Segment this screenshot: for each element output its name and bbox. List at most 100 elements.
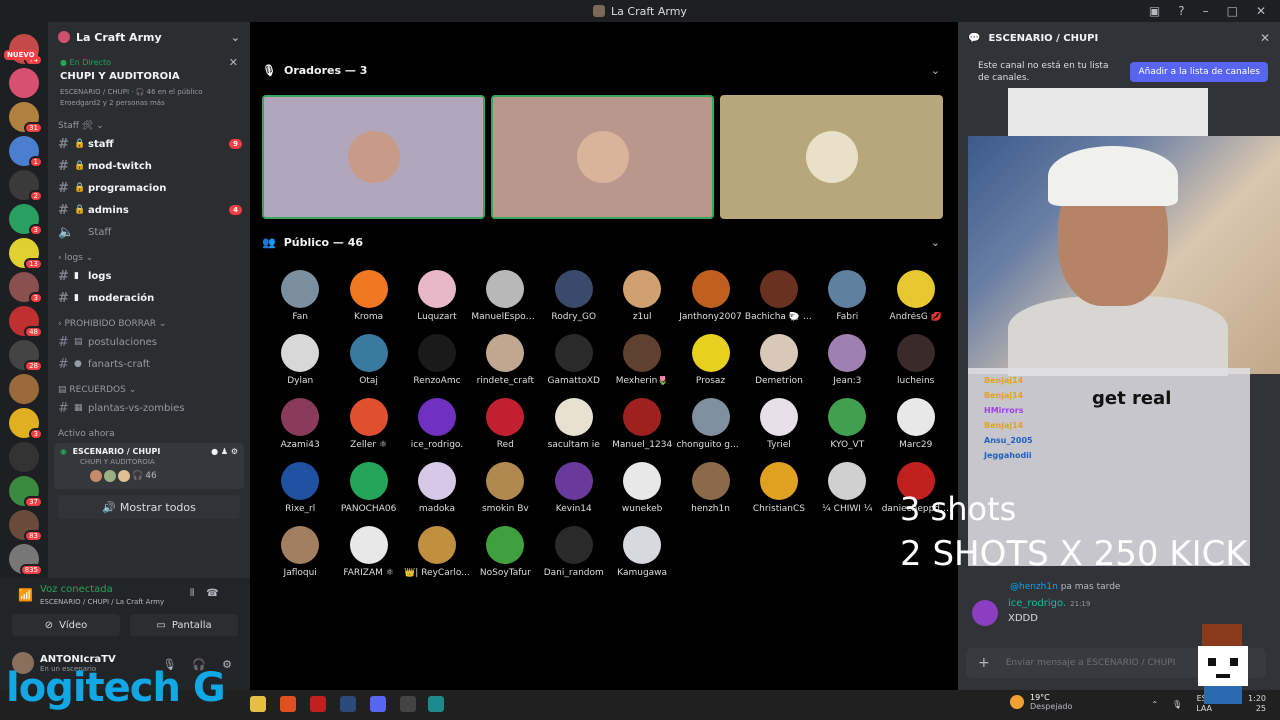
- guild-icon[interactable]: [9, 68, 39, 98]
- audience-member[interactable]: Tyriel: [745, 398, 813, 450]
- close-icon[interactable]: ✕: [1260, 31, 1270, 45]
- audience-member[interactable]: Azami43: [266, 398, 334, 450]
- audience-member[interactable]: Demetrion: [745, 334, 813, 386]
- audience-member[interactable]: RenzoAmc: [403, 334, 471, 386]
- audience-member[interactable]: ice_rodrigo.: [403, 398, 471, 450]
- server-header[interactable]: La Craft Army ⌄: [48, 22, 250, 52]
- audience-member[interactable]: Janthony2007: [676, 270, 744, 322]
- audience-member[interactable]: Mexherin🌷: [608, 334, 676, 386]
- audience-member[interactable]: madoka: [403, 462, 471, 514]
- audience-member[interactable]: Marc29: [882, 398, 950, 450]
- speaker-tile[interactable]: [491, 95, 714, 219]
- audience-member[interactable]: Luquzart: [403, 270, 471, 322]
- chevron-down-icon[interactable]: ⌄: [931, 64, 940, 77]
- audience-member[interactable]: Manuel_1234: [608, 398, 676, 450]
- audience-member[interactable]: Otaj: [334, 334, 402, 386]
- channel-item[interactable]: # 🔒 mod-twitch: [48, 155, 250, 177]
- noise-icon[interactable]: ⫴: [190, 588, 194, 599]
- audience-member[interactable]: ChristianCS: [745, 462, 813, 514]
- add-to-list-button[interactable]: Añadir a la lista de canales: [1130, 62, 1268, 82]
- channel-item[interactable]: # 🔒 staff 9: [48, 133, 250, 155]
- audience-member[interactable]: 👑| ReyCarlo...: [403, 526, 471, 578]
- category-logs[interactable]: › logs ⌄: [48, 251, 250, 265]
- audience-member[interactable]: ¼ CHIWI ¼: [813, 462, 881, 514]
- audience-member[interactable]: chonguito gue...: [676, 398, 745, 450]
- guild-icon[interactable]: 1: [9, 136, 43, 168]
- audience-member[interactable]: Red: [471, 398, 539, 450]
- audience-member[interactable]: Kroma: [334, 270, 402, 322]
- category-recuerdos[interactable]: ▤ RECUERDOS ⌄: [48, 383, 250, 397]
- inbox-icon[interactable]: ▣: [1149, 4, 1160, 18]
- chevron-up-icon[interactable]: ⌃: [1151, 700, 1158, 709]
- close-icon[interactable]: ✕: [229, 56, 238, 69]
- audience-member[interactable]: smokin Bv: [471, 462, 539, 514]
- audience-member[interactable]: henzh1n: [676, 462, 744, 514]
- minimize-button[interactable]: –: [1203, 4, 1209, 18]
- audience-member[interactable]: Kevin14: [540, 462, 608, 514]
- audience-member[interactable]: Fan: [266, 270, 334, 322]
- audience-member[interactable]: NoSoyTafur: [471, 526, 539, 578]
- guild-icon[interactable]: 3: [9, 272, 43, 304]
- channel-item[interactable]: # ▮ logs: [48, 265, 250, 287]
- audience-member[interactable]: Fabri: [813, 270, 881, 322]
- help-icon[interactable]: ?: [1178, 4, 1184, 18]
- category-staff[interactable]: Staff 🛠 ⌄: [48, 119, 250, 133]
- audience-member[interactable]: rindete_craft: [471, 334, 539, 386]
- video-button[interactable]: ⊘ Vídeo: [12, 614, 120, 636]
- obs-icon[interactable]: [400, 696, 416, 712]
- guild-icon[interactable]: [9, 442, 39, 472]
- weather-widget[interactable]: 19°C Despejado: [1010, 693, 1072, 711]
- maximize-button[interactable]: □: [1227, 4, 1238, 18]
- channel-item[interactable]: # ▮ moderación: [48, 287, 250, 309]
- guild-icon[interactable]: 13: [9, 238, 43, 270]
- guild-icon[interactable]: 3: [9, 204, 43, 236]
- brave-browser-icon[interactable]: [280, 696, 296, 712]
- audience-member[interactable]: Rixe_rl: [266, 462, 334, 514]
- message-author[interactable]: ice_rodrigo. 21:19: [1008, 598, 1090, 609]
- discord-icon[interactable]: [370, 696, 386, 712]
- audience-member[interactable]: GamattoXD: [540, 334, 608, 386]
- audience-member[interactable]: z1ul: [608, 270, 676, 322]
- guild-icon[interactable]: 48: [9, 306, 43, 338]
- audience-member[interactable]: Dylan: [266, 334, 334, 386]
- guild-icon[interactable]: 83: [9, 510, 43, 542]
- audience-member[interactable]: KYO_VT: [813, 398, 881, 450]
- guild-icon[interactable]: 28: [9, 340, 43, 372]
- audience-member[interactable]: Dani_random: [540, 526, 608, 578]
- channel-item[interactable]: 🔈 Staff: [48, 221, 250, 243]
- audience-member[interactable]: Jean:3: [813, 334, 881, 386]
- show-all-button[interactable]: 🔊 Mostrar todos: [58, 495, 240, 519]
- guild-icon[interactable]: 2: [9, 170, 43, 202]
- guild-icon[interactable]: [9, 374, 39, 404]
- disconnect-icon[interactable]: ☎: [206, 588, 218, 599]
- file-explorer-icon[interactable]: [250, 696, 266, 712]
- steam-icon[interactable]: [340, 696, 356, 712]
- reply-reference[interactable]: @henzh1n pa mas tarde: [1010, 582, 1120, 592]
- channel-item[interactable]: # 🔒 admins 4: [48, 199, 250, 221]
- speaker-tile[interactable]: [720, 95, 943, 219]
- audience-member[interactable]: wunekeb: [608, 462, 676, 514]
- live-stage-card[interactable]: ● En Directo CHUPI Y AUDITOROIA ESCENARI…: [54, 54, 244, 111]
- channel-item[interactable]: # 🔒 programacion: [48, 177, 250, 199]
- mic-icon[interactable]: 🎙: [1172, 700, 1182, 709]
- app-icon[interactable]: [310, 696, 326, 712]
- audience-member[interactable]: Bachicha 🐑 N...: [745, 270, 813, 322]
- plus-icon[interactable]: +: [978, 655, 990, 671]
- close-button[interactable]: ✕: [1256, 4, 1266, 18]
- audience-member[interactable]: ManuelEsponj...: [471, 270, 539, 322]
- stage-actions-icon[interactable]: ● ♟ ⚙: [211, 447, 238, 456]
- audience-member[interactable]: Prosaz: [676, 334, 744, 386]
- audience-member[interactable]: Kamugawa: [608, 526, 676, 578]
- audience-member[interactable]: sacultam ie: [540, 398, 608, 450]
- category-prohibido[interactable]: › PROHIBIDO BORRAR ⌄: [48, 317, 250, 331]
- guild-icon[interactable]: 37: [9, 476, 43, 508]
- audience-member[interactable]: Zeller ⚛: [334, 398, 402, 450]
- audience-member[interactable]: AndrésG 💋: [882, 270, 950, 322]
- audience-member[interactable]: lucheins: [882, 334, 950, 386]
- guild-icon[interactable]: 3: [9, 408, 43, 440]
- speaker-tile[interactable]: [262, 95, 485, 219]
- channel-item[interactable]: # ● fanarts-craft: [48, 353, 250, 375]
- chevron-down-icon[interactable]: ⌄: [931, 236, 940, 249]
- audience-member[interactable]: PANOCHA06: [334, 462, 402, 514]
- audience-member[interactable]: Rodry_GO: [540, 270, 608, 322]
